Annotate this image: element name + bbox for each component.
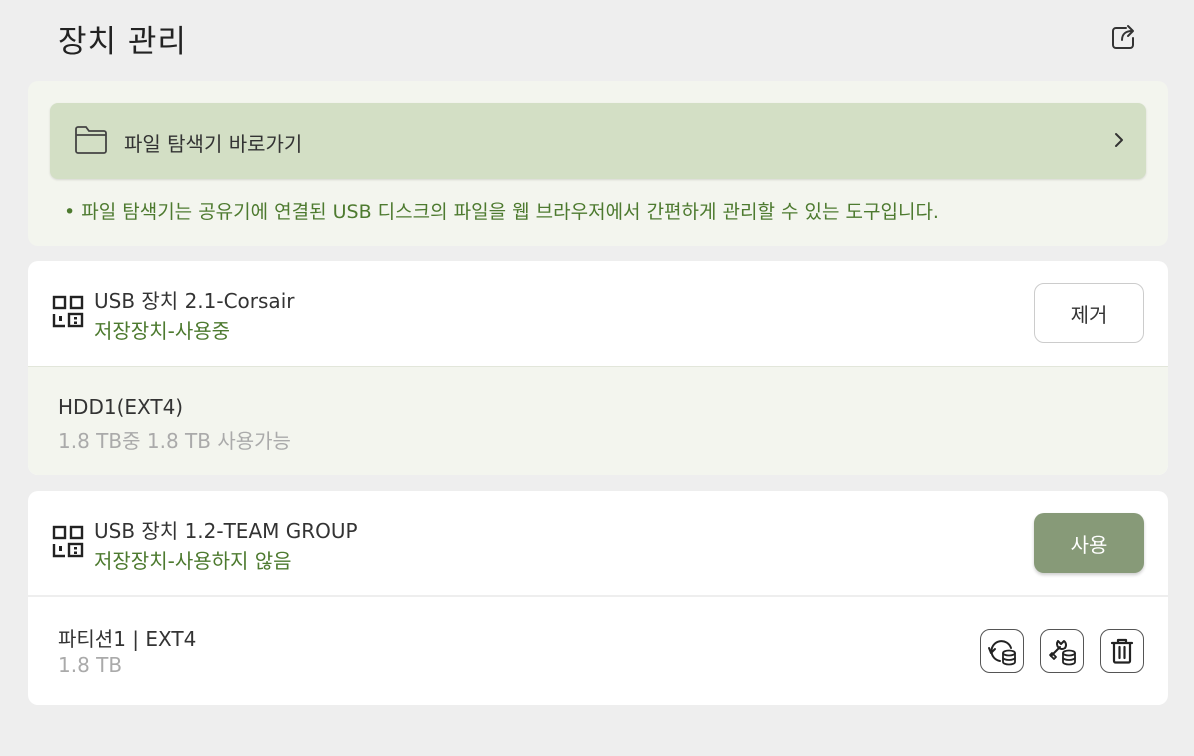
chevron-right-icon xyxy=(1115,133,1123,147)
disk-refresh-button[interactable] xyxy=(980,629,1024,673)
file-explorer-description: • 파일 탐색기는 공유기에 연결된 USB 디스크의 파일을 웹 브라우저에서… xyxy=(64,201,939,223)
usb-device-card-2: USB 장치 1.2-TEAM GROUP 저장장치-사용하지 않음 사용 xyxy=(28,491,1168,595)
remove-button[interactable]: 제거 xyxy=(1034,283,1144,343)
file-explorer-label: 파일 탐색기 바로가기 xyxy=(124,132,303,156)
storage-device-icon xyxy=(52,525,84,558)
partition-capacity: 1.8 TB xyxy=(58,653,123,677)
device-management-page: 장치 관리 파일 탐색기 바로가기 • 파일 탐색기는 공유기에 연결된 USB… xyxy=(0,0,1194,756)
partition-name: HDD1(EXT4) xyxy=(58,395,184,419)
file-explorer-link[interactable]: 파일 탐색기 바로가기 xyxy=(50,103,1146,179)
device-header: USB 장치 1.2-TEAM GROUP 저장장치-사용하지 않음 사용 xyxy=(28,491,1168,595)
share-button[interactable] xyxy=(1108,22,1138,52)
disk-repair-icon xyxy=(1049,640,1076,666)
trash-icon xyxy=(1110,638,1134,664)
partition-name: 파티션1 | EXT4 xyxy=(58,627,197,651)
partition-row: 파티션1 | EXT4 1.8 TB xyxy=(28,597,1168,705)
device-name: USB 장치 2.1-Corsair xyxy=(94,289,295,313)
partition-row: HDD1(EXT4) 1.8 TB중 1.8 TB 사용가능 xyxy=(28,366,1168,475)
partition-capacity: 1.8 TB중 1.8 TB 사용가능 xyxy=(58,429,291,453)
device-name: USB 장치 1.2-TEAM GROUP xyxy=(94,519,358,543)
disk-refresh-icon xyxy=(988,640,1016,666)
disk-repair-button[interactable] xyxy=(1040,629,1084,673)
delete-partition-button[interactable] xyxy=(1100,629,1144,673)
page-title: 장치 관리 xyxy=(58,24,187,60)
device-status: 저장장치-사용중 xyxy=(94,319,231,343)
storage-device-icon xyxy=(52,295,84,328)
usb-device-card-1: USB 장치 2.1-Corsair 저장장치-사용중 제거 HDD1(EXT4… xyxy=(28,261,1168,475)
device-status: 저장장치-사용하지 않음 xyxy=(94,549,292,573)
device-header: USB 장치 2.1-Corsair 저장장치-사용중 제거 xyxy=(28,261,1168,366)
share-export-icon xyxy=(1112,25,1134,49)
file-explorer-card: 파일 탐색기 바로가기 • 파일 탐색기는 공유기에 연결된 USB 디스크의 … xyxy=(28,81,1168,246)
use-button[interactable]: 사용 xyxy=(1034,513,1144,573)
folder-icon xyxy=(75,126,107,154)
